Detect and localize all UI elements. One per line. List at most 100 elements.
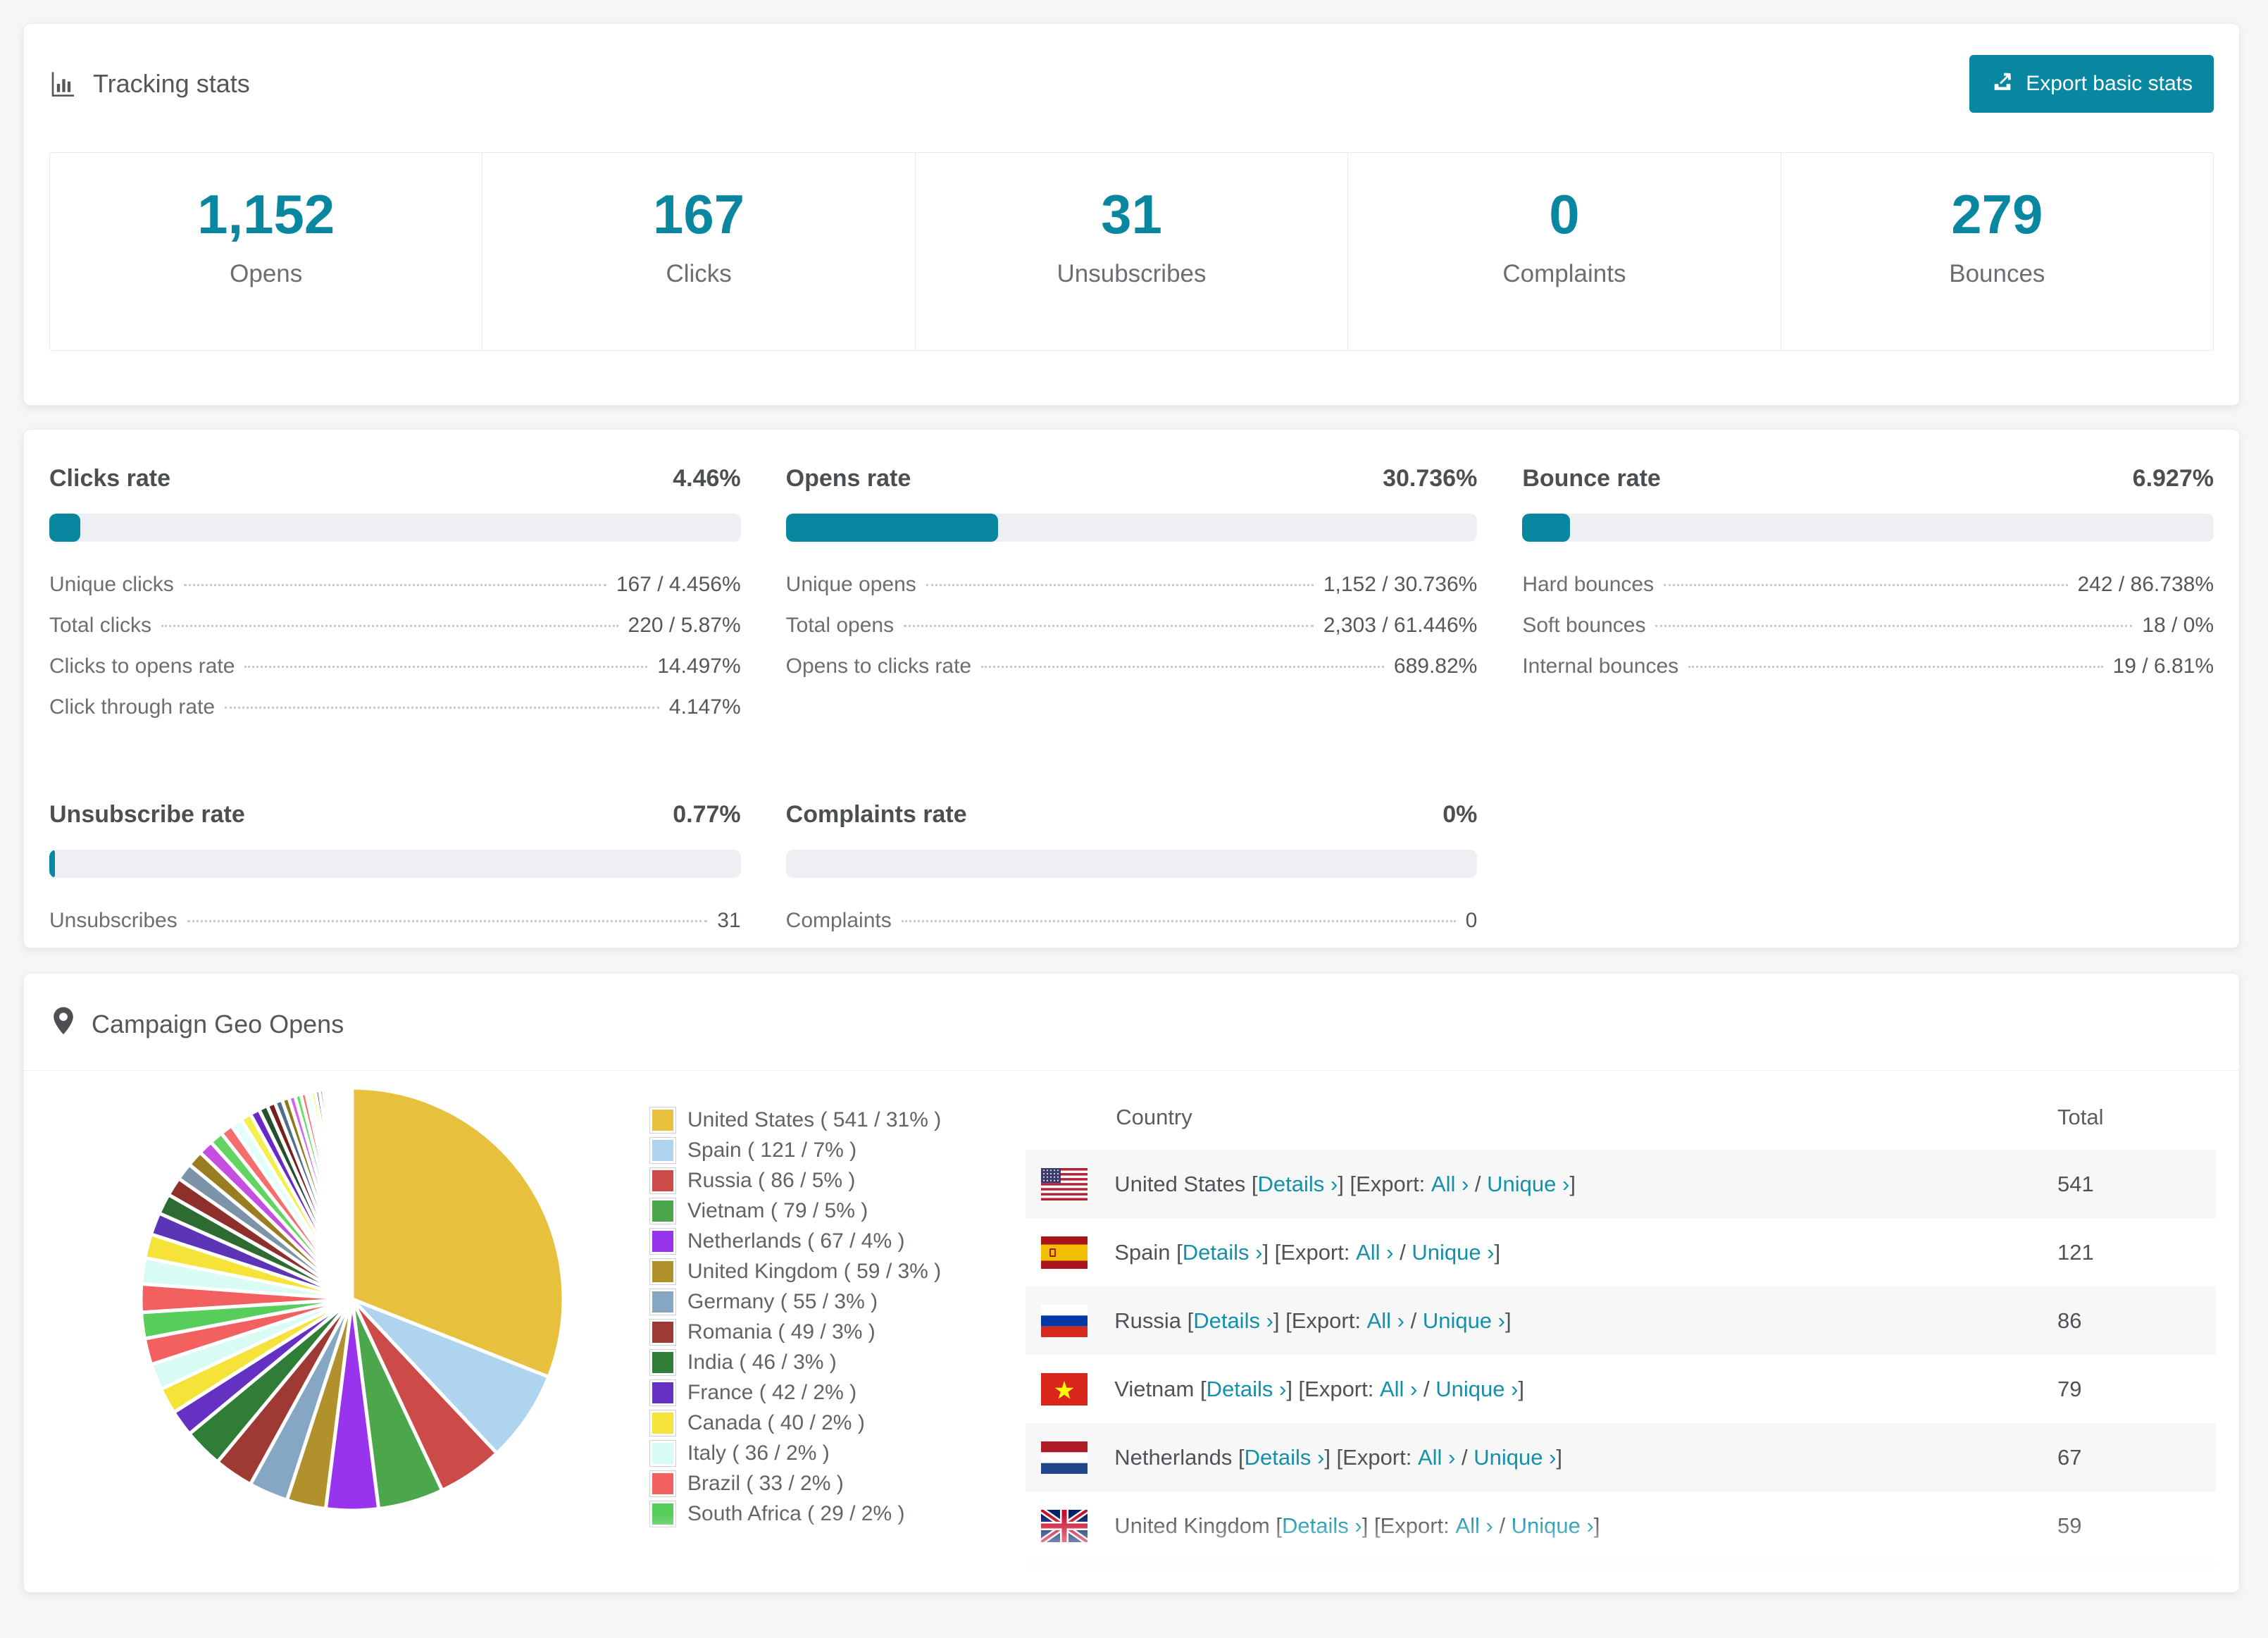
rate-row-value: 1,152 / 30.736% [1323,573,1478,596]
rate-row: Hard bounces 242 / 86.738% [1522,573,2214,614]
country-total: 121 [2057,1239,2094,1265]
export-button-label: Export basic stats [2026,72,2193,95]
export-unique-link[interactable]: Unique › [1473,1445,1556,1470]
details-link[interactable]: Details › [1245,1445,1325,1470]
details-link[interactable]: Details › [1282,1513,1362,1539]
geo-pie-chart [134,1081,571,1518]
legend-label: Germany ( 55 / 3% ) [687,1289,878,1313]
legend-swatch [649,1227,676,1255]
rate-row-value: 4.147% [668,695,741,719]
rate-section-opens-rate: Opens rate 30.736% Unique opens 1,152 / 30.… [785,465,1478,736]
rate-percent: 6.927% [2132,465,2214,492]
legend-item-russia: Russia ( 86 / 5% ) [649,1165,941,1196]
country-name: Netherlands [1114,1444,1238,1470]
geo-body: United States ( 541 / 31% ) Spain ( 121 /… [24,1071,2239,1592]
rate-row-label: Total opens [785,614,895,637]
progress-fill [785,514,999,542]
export-unique-link[interactable]: Unique › [1487,1172,1569,1197]
country-name: United States [1114,1171,1252,1196]
legend-label: Italy ( 36 / 2% ) [687,1441,830,1465]
export-basic-stats-button[interactable]: Export basic stats [1969,55,2214,113]
country-total: 59 [2057,1513,2082,1538]
details-link[interactable]: Details › [1258,1172,1338,1197]
export-unique-link[interactable]: Unique › [1512,1513,1594,1539]
rate-percent: 0.77% [673,801,741,828]
progress-fill [1522,514,1571,542]
flag-de [1041,1584,1088,1592]
rate-row-value: 242 / 86.738% [2077,573,2214,596]
rate-row-value: 2,303 / 61.446% [1323,614,1478,637]
legend-swatch [649,1288,676,1315]
export-all-link[interactable]: All › [1367,1308,1404,1334]
legend-swatch [649,1136,676,1164]
dotted-leader [244,666,648,668]
rate-title: Opens rate [785,465,911,492]
legend-label: Russia ( 86 / 5% ) [687,1168,856,1192]
rate-row-label: Soft bounces [1522,614,1646,637]
rate-row-label: Total clicks [49,614,152,637]
summary-stat-opens: 1,152 Opens [50,153,482,350]
legend-label: India ( 46 / 3% ) [687,1350,837,1374]
export-all-link[interactable]: All › [1356,1240,1393,1265]
legend-swatch [649,1409,676,1437]
legend-label: United Kingdom ( 59 / 3% ) [687,1259,942,1283]
legend-item-romania: Romania ( 49 / 3% ) [649,1317,941,1347]
legend-swatch [649,1318,676,1346]
country-name: Russia [1114,1308,1188,1333]
rate-row-value: 31 [717,909,741,932]
country-total: 67 [2057,1444,2082,1470]
legend-label: South Africa ( 29 / 2% ) [687,1501,905,1525]
dotted-leader [187,920,708,922]
progress-fill [49,850,55,878]
stat-label: Complaints [1502,260,1626,287]
progress-fill [49,514,80,542]
tracking-stats-card: Tracking stats Export basic stats 1,152 O… [23,23,2240,406]
country-name: United Kingdom [1114,1513,1276,1538]
flag-gb [1041,1509,1088,1542]
rate-row-label: Unique clicks [49,573,174,596]
progress-bar [785,514,1478,542]
geo-legend: United States ( 541 / 31% ) Spain ( 121 /… [649,1105,941,1529]
details-link[interactable]: Details › [1193,1308,1273,1334]
rate-row-label: Unsubscribes [49,909,177,932]
legend-item-netherlands: Netherlands ( 67 / 4% ) [649,1226,941,1256]
export-unique-link[interactable]: Unique › [1423,1308,1505,1334]
export-unique-link[interactable]: Unique › [1435,1377,1518,1402]
export-icon [1990,69,2014,99]
legend-item-brazil: Brazil ( 33 / 2% ) [649,1468,941,1499]
legend-item-france: France ( 42 / 2% ) [649,1377,941,1408]
export-all-link[interactable]: All › [1455,1513,1493,1539]
legend-item-south-africa: South Africa ( 29 / 2% ) [649,1499,941,1529]
legend-swatch [649,1258,676,1285]
country-name: Vietnam [1114,1376,1200,1401]
legend-item-canada: Canada ( 40 / 2% ) [649,1408,941,1438]
export-all-link[interactable]: All › [1380,1377,1417,1402]
rate-title: Unsubscribe rate [49,801,245,828]
dotted-leader [1664,584,2068,586]
dotted-leader [1688,666,2103,668]
rate-row-label: Click through rate [49,695,216,719]
details-link[interactable]: Details › [1207,1377,1287,1402]
legend-item-vietnam: Vietnam ( 79 / 5% ) [649,1196,941,1226]
export-unique-link[interactable]: Unique › [1412,1240,1494,1265]
stat-value: 31 [1101,183,1162,245]
dotted-leader [225,707,659,709]
dotted-leader [183,584,606,586]
export-all-link[interactable]: All › [1431,1172,1469,1197]
rate-row: Internal bounces 19 / 6.81% [1522,654,2214,695]
export-all-link[interactable]: All › [1418,1445,1455,1470]
stat-label: Unsubscribes [1057,260,1207,287]
rate-row: Unique opens 1,152 / 30.736% [786,573,1478,614]
progress-bar [49,850,741,878]
column-total: Total [2057,1105,2104,1129]
rate-row-value: 0 [1465,909,1478,932]
dotted-leader [981,666,1384,668]
legend-label: Romania ( 49 / 3% ) [687,1320,876,1344]
rate-section-clicks-rate: Clicks rate 4.46% Unique clicks 167 / 4.456… [49,465,741,736]
page-title: Tracking stats [93,69,250,98]
details-link[interactable]: Details › [1183,1240,1263,1265]
stat-value: 279 [1951,183,2043,245]
legend-item-germany: Germany ( 55 / 3% ) [649,1286,941,1317]
rate-row-label: Internal bounces [1522,654,1679,678]
summary-stats-box: 1,152 Opens 167 Clicks 31 Unsubscribes 0 Compla… [49,152,2214,351]
